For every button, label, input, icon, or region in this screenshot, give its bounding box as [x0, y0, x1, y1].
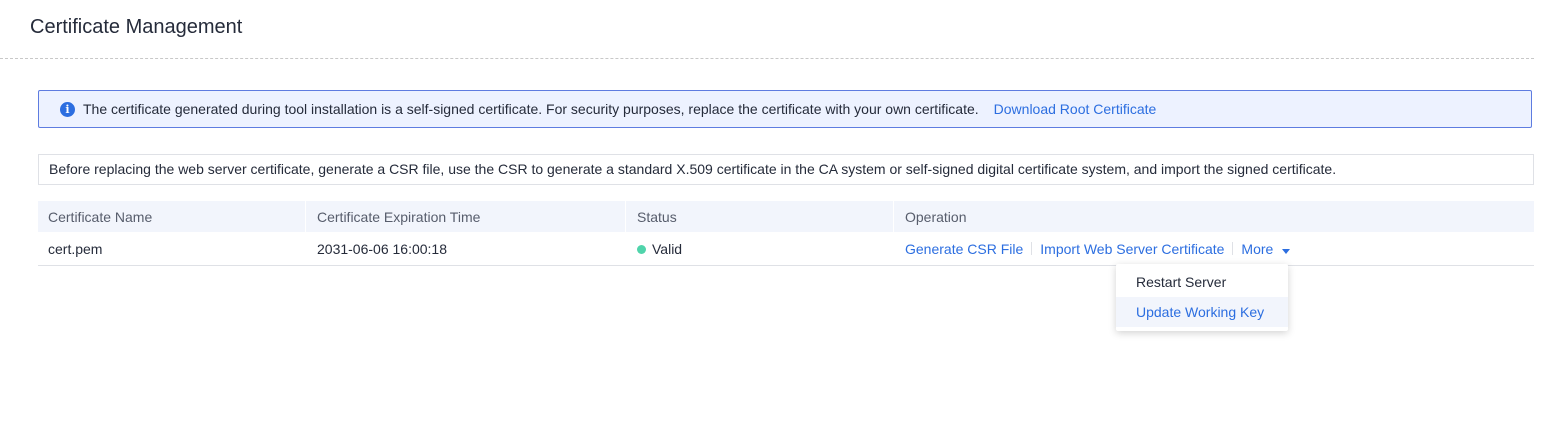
- status-valid-dot-icon: [637, 245, 646, 254]
- column-header-status: Status: [637, 208, 677, 225]
- cert-name-cell: cert.pem: [48, 240, 103, 257]
- generate-csr-file-link[interactable]: Generate CSR File: [905, 241, 1023, 257]
- more-dropdown-menu: Restart Server Update Working Key: [1116, 264, 1288, 331]
- column-header-name: Certificate Name: [48, 208, 153, 225]
- status-label: Valid: [652, 240, 683, 257]
- status-cell: Valid: [637, 232, 682, 265]
- import-web-server-certificate-link[interactable]: Import Web Server Certificate: [1040, 241, 1224, 257]
- column-header-expiration: Certificate Expiration Time: [317, 208, 481, 225]
- column-header-operation: Operation: [905, 208, 967, 225]
- page-title: Certificate Management: [30, 16, 243, 38]
- operation-cell: Generate CSR File Import Web Server Cert…: [905, 232, 1291, 265]
- more-label: More: [1241, 240, 1274, 257]
- more-dropdown-trigger[interactable]: More: [1241, 240, 1291, 257]
- certificate-management-page: Certificate Management i The certificate…: [0, 0, 1553, 424]
- column-divider: [625, 201, 626, 232]
- title-divider: [0, 58, 1534, 59]
- caret-down-icon: [1282, 248, 1291, 254]
- info-notice: i The certificate generated during tool …: [38, 90, 1532, 128]
- table-header: Certificate Name Certificate Expiration …: [38, 201, 1534, 232]
- column-divider: [305, 201, 306, 232]
- operation-divider: [1031, 242, 1033, 255]
- menu-item-restart-server[interactable]: Restart Server: [1116, 267, 1288, 297]
- column-divider: [893, 201, 894, 232]
- download-root-certificate-link[interactable]: Download Root Certificate: [994, 101, 1157, 117]
- certificate-table: Certificate Name Certificate Expiration …: [38, 201, 1534, 266]
- description-box: Before replacing the web server certific…: [38, 154, 1534, 185]
- notice-text: The certificate generated during tool in…: [83, 101, 979, 117]
- table-row: cert.pem 2031-06-06 16:00:18 Valid Gener…: [38, 232, 1534, 266]
- expiration-cell: 2031-06-06 16:00:18: [317, 240, 447, 257]
- menu-item-update-working-key[interactable]: Update Working Key: [1116, 297, 1288, 327]
- info-icon: i: [60, 101, 75, 117]
- operation-divider: [1232, 242, 1234, 255]
